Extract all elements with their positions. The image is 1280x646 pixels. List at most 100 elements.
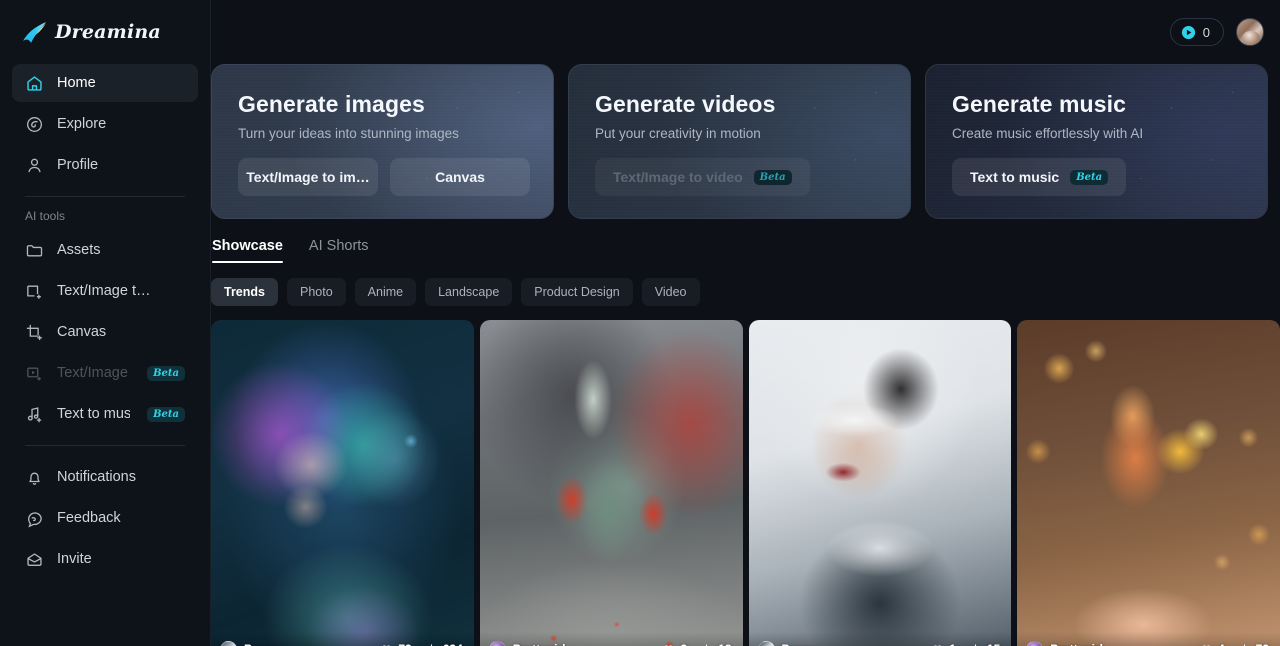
explore-icon xyxy=(25,115,44,134)
gallery-card[interactable]: Prettygirl 4 72 xyxy=(1017,320,1280,646)
remix-stat[interactable]: 15 xyxy=(969,642,1000,646)
tab-showcase[interactable]: Showcase xyxy=(212,238,283,263)
video-generate-icon xyxy=(25,364,44,383)
sidebar-divider-bottom xyxy=(25,445,185,446)
sidebar-item-label: Assets xyxy=(57,242,101,258)
canvas-button[interactable]: Canvas xyxy=(390,158,530,196)
hero-title: Generate music xyxy=(952,91,1126,117)
chip-product-design[interactable]: Product Design xyxy=(521,278,633,306)
likes-stat[interactable]: 3 xyxy=(662,642,687,646)
card-footer: Prettygirl 4 72 xyxy=(1017,632,1280,646)
button-label: Text to music xyxy=(970,169,1060,185)
card-author[interactable]: Poppy xyxy=(757,640,819,646)
tab-ai-shorts[interactable]: AI Shorts xyxy=(309,238,369,263)
card-author[interactable]: Prettygirl xyxy=(1026,640,1103,646)
topbar: 0 xyxy=(211,0,1280,64)
chip-label: Product Design xyxy=(534,285,620,299)
sidebar-item-canvas[interactable]: Canvas xyxy=(12,313,198,351)
hero-title: Generate videos xyxy=(595,91,776,117)
author-avatar-icon xyxy=(220,640,237,646)
chip-label: Photo xyxy=(300,285,333,299)
chip-label: Anime xyxy=(367,285,404,299)
hero-card-generate-videos[interactable]: Generate videos Put your creativity in m… xyxy=(568,64,911,219)
chip-photo[interactable]: Photo xyxy=(287,278,346,306)
gallery-card[interactable]: Poppy 1 15 xyxy=(748,320,1012,646)
invite-envelope-icon xyxy=(25,550,44,569)
card-footer: Prettygirl 3 18 xyxy=(479,632,743,646)
chip-video[interactable]: Video xyxy=(641,278,700,306)
gallery-card[interactable]: Prettygirl 3 18 xyxy=(479,320,743,646)
likes-count: 72 xyxy=(398,642,411,646)
hero-card-generate-images[interactable]: Generate images Turn your ideas into stu… xyxy=(211,64,554,219)
music-note-icon xyxy=(25,405,44,424)
credits-badge[interactable]: 0 xyxy=(1169,18,1224,46)
sidebar-item-label: Notifications xyxy=(57,469,136,485)
chip-label: Trends xyxy=(224,285,265,299)
likes-stat[interactable]: 72 xyxy=(380,642,412,646)
likes-stat[interactable]: 1 xyxy=(931,642,956,646)
card-author[interactable]: Poppy xyxy=(220,640,281,646)
brand-logo[interactable]: Dreamina xyxy=(12,0,198,64)
likes-count: 3 xyxy=(680,642,687,646)
sidebar-item-label: Home xyxy=(57,75,96,91)
sidebar-item-invite[interactable]: Invite xyxy=(12,540,198,578)
button-label: Canvas xyxy=(435,169,485,185)
sidebar-item-feedback[interactable]: Feedback xyxy=(12,499,198,537)
hero-subtitle: Turn your ideas into stunning images xyxy=(238,126,459,141)
sidebar-tools-group: Assets Text/Image t… Canvas Text/Image B… xyxy=(12,231,198,433)
author-name: Prettygirl xyxy=(1050,642,1103,646)
beta-badge: Beta xyxy=(753,169,792,185)
sidebar-item-text-to-music[interactable]: Text to music Beta xyxy=(12,395,198,433)
content-tabs: Showcase AI Shorts xyxy=(211,238,1280,263)
sidebar-item-label: Text/Image t… xyxy=(57,365,130,381)
artwork-image xyxy=(1017,320,1280,646)
author-name: Poppy xyxy=(782,642,819,646)
sidebar: Dreamina Home Explore Profile AI tools A… xyxy=(0,0,211,646)
sidebar-item-text-image-to-image[interactable]: Text/Image t… xyxy=(12,272,198,310)
text-image-to-video-button[interactable]: Text/Image to video Beta xyxy=(595,158,810,196)
text-to-music-button[interactable]: Text to music Beta xyxy=(952,158,1127,196)
sidebar-item-home[interactable]: Home xyxy=(12,64,198,102)
sidebar-item-text-image-to-video[interactable]: Text/Image t… Beta xyxy=(12,354,198,392)
sidebar-item-label: Profile xyxy=(57,157,99,173)
author-avatar-icon xyxy=(488,640,506,646)
chip-anime[interactable]: Anime xyxy=(354,278,417,306)
author-avatar-icon xyxy=(757,640,775,646)
dreamina-dart-logo-icon xyxy=(22,20,48,44)
sidebar-item-explore[interactable]: Explore xyxy=(12,105,198,143)
card-author[interactable]: Prettygirl xyxy=(488,640,565,646)
remix-stat[interactable]: 18 xyxy=(700,642,732,646)
sparkle-icon xyxy=(969,643,982,646)
beta-badge: Beta xyxy=(147,365,185,381)
chip-label: Landscape xyxy=(438,285,500,299)
card-footer: Poppy 72 634 xyxy=(211,632,474,646)
bell-icon xyxy=(25,468,44,487)
chip-trends[interactable]: Trends xyxy=(211,278,278,306)
sidebar-item-label: Canvas xyxy=(57,324,107,340)
hero-card-generate-music[interactable]: Generate music Create music effortlessly… xyxy=(925,64,1268,219)
sidebar-item-assets[interactable]: Assets xyxy=(12,231,198,269)
chip-landscape[interactable]: Landscape xyxy=(425,278,513,306)
heart-icon xyxy=(380,643,393,646)
beta-badge: Beta xyxy=(1070,169,1109,185)
hero-buttons: Text to music Beta xyxy=(952,158,1241,196)
sparkle-icon xyxy=(1238,643,1251,646)
avatar[interactable] xyxy=(1236,18,1264,46)
card-stats: 1 15 xyxy=(931,642,1000,646)
remix-count: 72 xyxy=(1256,642,1269,646)
sidebar-item-label: Text/Image t… xyxy=(57,283,151,299)
card-stats: 4 72 xyxy=(1200,642,1269,646)
remix-stat[interactable]: 72 xyxy=(1238,642,1269,646)
app-root: Dreamina Home Explore Profile AI tools A… xyxy=(0,0,1280,646)
likes-stat[interactable]: 4 xyxy=(1200,642,1225,646)
sidebar-section-ai-tools: AI tools xyxy=(25,209,66,223)
gallery-card[interactable]: Poppy 72 634 xyxy=(211,320,474,646)
remix-stat[interactable]: 634 xyxy=(425,642,463,646)
beta-badge: Beta xyxy=(147,406,185,422)
heart-icon xyxy=(662,643,675,646)
text-image-to-image-button[interactable]: Text/Image to im… xyxy=(238,158,378,196)
sidebar-item-notifications[interactable]: Notifications xyxy=(12,458,198,496)
heart-icon xyxy=(1200,643,1213,646)
sidebar-item-profile[interactable]: Profile xyxy=(12,146,198,184)
folder-icon xyxy=(25,241,44,260)
